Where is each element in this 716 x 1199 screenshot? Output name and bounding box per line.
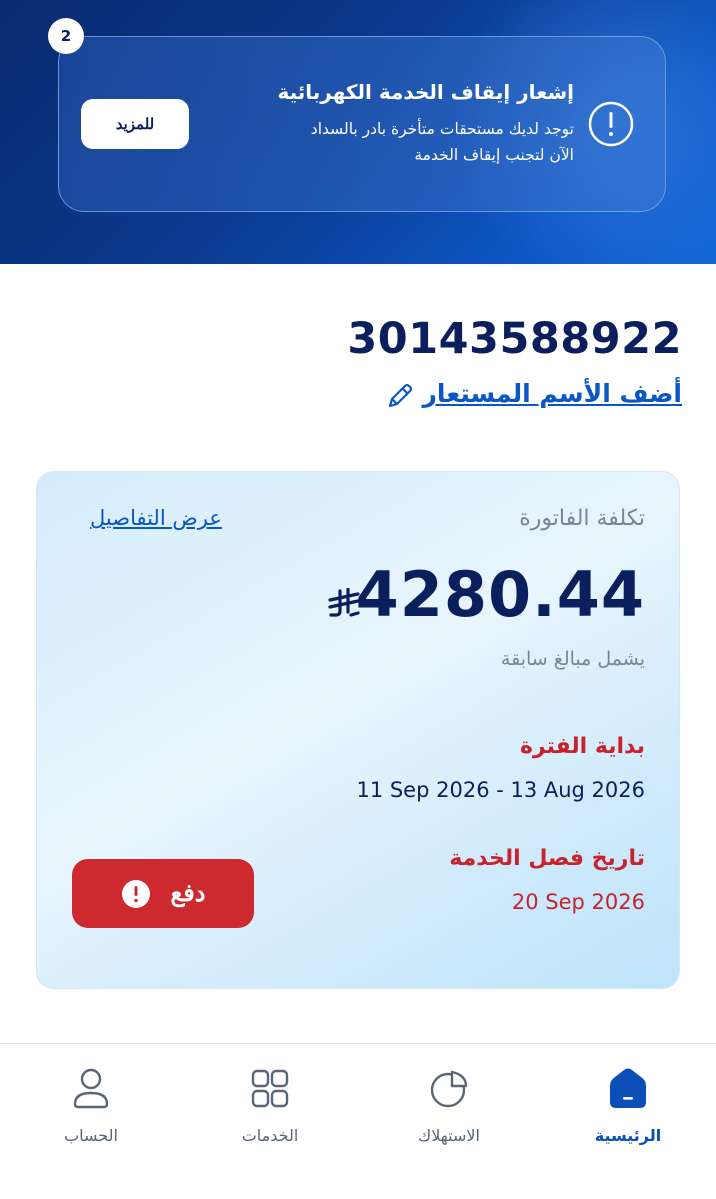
nav-item-account[interactable]: الحساب xyxy=(31,1044,151,1174)
period-start-label: بداية الفترة xyxy=(519,734,645,759)
bill-card: تكلفة الفاتورة عرض التفاصيل 4280.44 يشمل… xyxy=(36,471,680,989)
notice-count-badge: 2 xyxy=(48,18,84,54)
add-nickname-link[interactable]: أضف الأسم المستعار xyxy=(422,379,682,408)
bill-cost-label: تكلفة الفاتورة xyxy=(519,506,645,531)
bottom-navigation: الرئيسية الاستهلاك الخدمات الحساب xyxy=(0,1043,716,1199)
disconnection-date: 20 Sep 2026 xyxy=(511,890,645,914)
notice-title: إشعار إيقاف الخدمة الكهربائية xyxy=(277,80,574,104)
pie-chart-icon xyxy=(430,1070,468,1108)
nav-label-account: الحساب xyxy=(64,1126,118,1145)
nav-item-services[interactable]: الخدمات xyxy=(210,1044,330,1174)
notice-more-button[interactable]: للمزيد xyxy=(81,99,189,149)
period-range: 11 Sep 2026 - 13 Aug 2026 xyxy=(356,778,645,802)
nav-label-services: الخدمات xyxy=(241,1126,299,1145)
grid-icon xyxy=(251,1069,289,1108)
pencil-icon[interactable] xyxy=(384,380,416,412)
disconnection-date-label: تاريخ فصل الخدمة xyxy=(449,846,645,871)
pay-button[interactable]: دفع xyxy=(72,859,254,928)
saudi-riyal-icon xyxy=(328,588,360,617)
bill-amount: 4280.44 xyxy=(355,558,645,631)
account-number: 30143588922 xyxy=(347,314,682,364)
nav-label-consumption: الاستهلاك xyxy=(418,1126,480,1145)
bill-includes-note: يشمل مبالغ سابقة xyxy=(500,648,645,670)
nav-item-home[interactable]: الرئيسية xyxy=(568,1044,688,1174)
pay-button-label: دفع xyxy=(170,880,206,907)
nav-item-consumption[interactable]: الاستهلاك xyxy=(389,1044,509,1174)
alert-circle-icon xyxy=(121,879,150,908)
notice-body: توجد لديك مستحقات متأخرة بادر بالسداد ال… xyxy=(310,120,574,164)
user-icon xyxy=(73,1068,109,1109)
alert-circle-icon xyxy=(588,101,634,147)
view-details-link[interactable]: عرض التفاصيل xyxy=(90,506,222,530)
header-banner: 2 إشعار إيقاف الخدمة الكهربائية توجد لدي… xyxy=(0,0,716,264)
nav-label-home: الرئيسية xyxy=(594,1126,662,1145)
home-icon xyxy=(610,1068,646,1108)
